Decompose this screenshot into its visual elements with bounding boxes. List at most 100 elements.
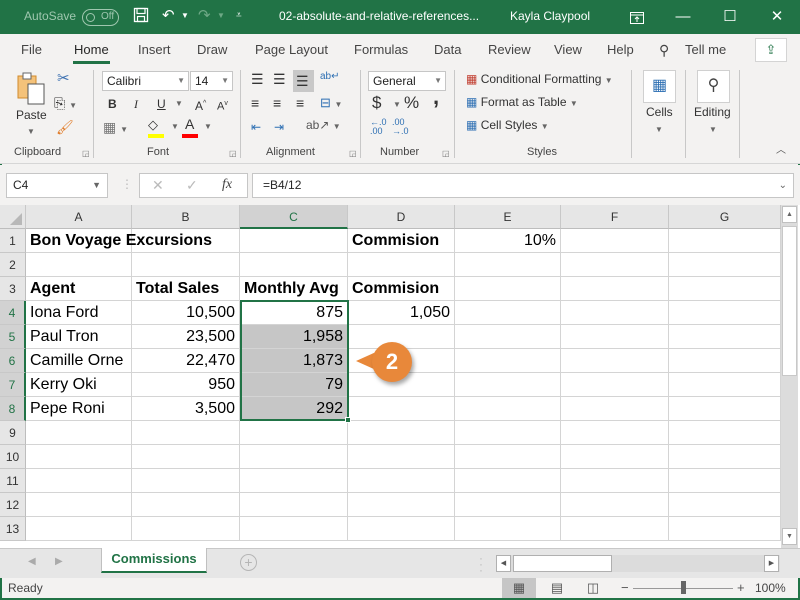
cell-a9[interactable]	[26, 421, 132, 445]
cell-styles-button[interactable]: ▦ Cell Styles ▼	[466, 116, 549, 136]
ribbon-display-options-icon[interactable]	[614, 0, 660, 34]
format-painter-icon[interactable]: 🖌	[56, 118, 74, 136]
search-icon[interactable]: ⚲	[659, 42, 669, 59]
cell-c5[interactable]: 1,958	[240, 325, 348, 349]
enter-icon[interactable]: ✓	[186, 177, 198, 194]
cell-b5[interactable]: 23,500	[132, 325, 240, 349]
grow-font-button[interactable]: A^	[195, 95, 206, 115]
cell-e10[interactable]	[455, 445, 561, 469]
cell-g5[interactable]	[669, 325, 781, 349]
cell-e8[interactable]	[455, 397, 561, 421]
cell-g3[interactable]	[669, 277, 781, 301]
horizontal-scroll-thumb[interactable]	[513, 555, 612, 572]
close-icon[interactable]: ✕	[754, 0, 800, 34]
cell-g10[interactable]	[669, 445, 781, 469]
cell-g6[interactable]	[669, 349, 781, 373]
normal-view-icon[interactable]: ▦	[502, 578, 536, 598]
increase-decimal-icon[interactable]: ←.0.00	[370, 118, 387, 136]
cell-d1[interactable]: Commision	[348, 229, 455, 253]
cell-d2[interactable]	[348, 253, 455, 277]
cell-b7[interactable]: 950	[132, 373, 240, 397]
cell-d4[interactable]: 1,050	[348, 301, 455, 325]
horizontal-scrollbar[interactable]: ◀ ▶	[496, 555, 780, 572]
paste-dropdown-icon[interactable]: ▼	[27, 123, 35, 141]
font-name-combo[interactable]: Calibri ▼	[102, 71, 189, 91]
cell-f7[interactable]	[561, 373, 669, 397]
cell-f6[interactable]	[561, 349, 669, 373]
tell-me-input[interactable]: Tell me	[685, 42, 726, 57]
row-header-3[interactable]: 3	[0, 277, 26, 301]
cell-d12[interactable]	[348, 493, 455, 517]
cell-a1[interactable]: Bon Voyage Excursions	[26, 229, 212, 253]
cell-a2[interactable]	[26, 253, 132, 277]
save-icon[interactable]	[133, 7, 149, 28]
cell-a4[interactable]: Iona Ford	[26, 301, 132, 325]
column-header-b[interactable]: B	[132, 205, 240, 229]
column-header-g[interactable]: G	[669, 205, 781, 229]
cell-e4[interactable]	[455, 301, 561, 325]
collapse-ribbon-icon[interactable]: ︿	[776, 142, 786, 160]
font-launcher-icon[interactable]: ◲	[229, 149, 237, 158]
align-center-icon[interactable]: ≡	[273, 94, 281, 112]
wrap-text-icon[interactable]: ab↵	[320, 68, 340, 86]
tab-split-grip-icon[interactable]: · · ·	[479, 552, 483, 576]
scroll-up-icon[interactable]: ▲	[782, 206, 797, 223]
percent-button[interactable]: %	[404, 94, 419, 112]
scroll-left-icon[interactable]: ◀	[496, 555, 511, 572]
merge-center-icon[interactable]: ⊟ ▼	[320, 94, 342, 114]
font-color-icon[interactable]: A	[185, 115, 194, 133]
orientation-icon[interactable]: ab↗ ▼	[306, 116, 341, 136]
column-header-f[interactable]: F	[561, 205, 669, 229]
cell-g8[interactable]	[669, 397, 781, 421]
shrink-font-button[interactable]: Av	[217, 95, 228, 116]
row-header-11[interactable]: 11	[0, 469, 26, 493]
cell-c8[interactable]: 292	[240, 397, 348, 421]
zoom-in-icon[interactable]: +	[737, 580, 745, 595]
scroll-right-icon[interactable]: ▶	[764, 555, 779, 572]
fill-color-icon[interactable]: ◇	[148, 116, 158, 134]
cell-d13[interactable]	[348, 517, 455, 541]
cell-f5[interactable]	[561, 325, 669, 349]
font-color-dropdown-icon[interactable]: ▼	[204, 118, 212, 136]
align-left-icon[interactable]: ≡	[251, 94, 259, 112]
decrease-indent-icon[interactable]: ⇤	[251, 118, 261, 136]
row-header-6[interactable]: 6	[0, 349, 26, 373]
zoom-slider-thumb[interactable]	[681, 581, 686, 594]
name-box[interactable]: C4 ▼	[6, 173, 108, 198]
tab-help[interactable]: Help	[607, 42, 634, 57]
cell-f9[interactable]	[561, 421, 669, 445]
font-size-combo[interactable]: 14 ▼	[190, 71, 233, 91]
formula-input[interactable]: =B4/12 ⌄	[252, 173, 794, 198]
cell-e11[interactable]	[455, 469, 561, 493]
italic-button[interactable]: I	[134, 95, 138, 113]
cells-button[interactable]: Cells	[646, 103, 673, 121]
cell-c3[interactable]: Monthly Avg	[240, 277, 348, 301]
row-header-1[interactable]: 1	[0, 229, 26, 253]
tab-insert[interactable]: Insert	[138, 42, 171, 57]
tab-review[interactable]: Review	[488, 42, 531, 57]
expand-formula-bar-icon[interactable]: ⌄	[779, 174, 787, 197]
minimize-icon[interactable]: —	[660, 0, 706, 34]
cell-f11[interactable]	[561, 469, 669, 493]
editing-dropdown-icon[interactable]: ▼	[709, 121, 717, 139]
cell-e12[interactable]	[455, 493, 561, 517]
select-all-button[interactable]	[0, 205, 26, 229]
cell-a13[interactable]	[26, 517, 132, 541]
cell-g9[interactable]	[669, 421, 781, 445]
cell-c10[interactable]	[240, 445, 348, 469]
underline-dropdown-icon[interactable]: ▼	[175, 95, 183, 113]
vertical-scroll-thumb[interactable]	[782, 226, 797, 376]
row-header-5[interactable]: 5	[0, 325, 26, 349]
cell-f10[interactable]	[561, 445, 669, 469]
share-button[interactable]: ⇪	[755, 38, 787, 62]
cells-icon[interactable]: ▦	[643, 70, 676, 103]
tab-draw[interactable]: Draw	[197, 42, 227, 57]
cell-c7[interactable]: 79	[240, 373, 348, 397]
cell-g1[interactable]	[669, 229, 781, 253]
cancel-icon[interactable]: ✕	[152, 177, 164, 194]
column-header-a[interactable]: A	[26, 205, 132, 229]
decrease-decimal-icon[interactable]: .00 →.0	[392, 118, 409, 136]
tab-file[interactable]: File	[21, 42, 42, 57]
underline-button[interactable]: U	[157, 95, 166, 113]
cell-f2[interactable]	[561, 253, 669, 277]
